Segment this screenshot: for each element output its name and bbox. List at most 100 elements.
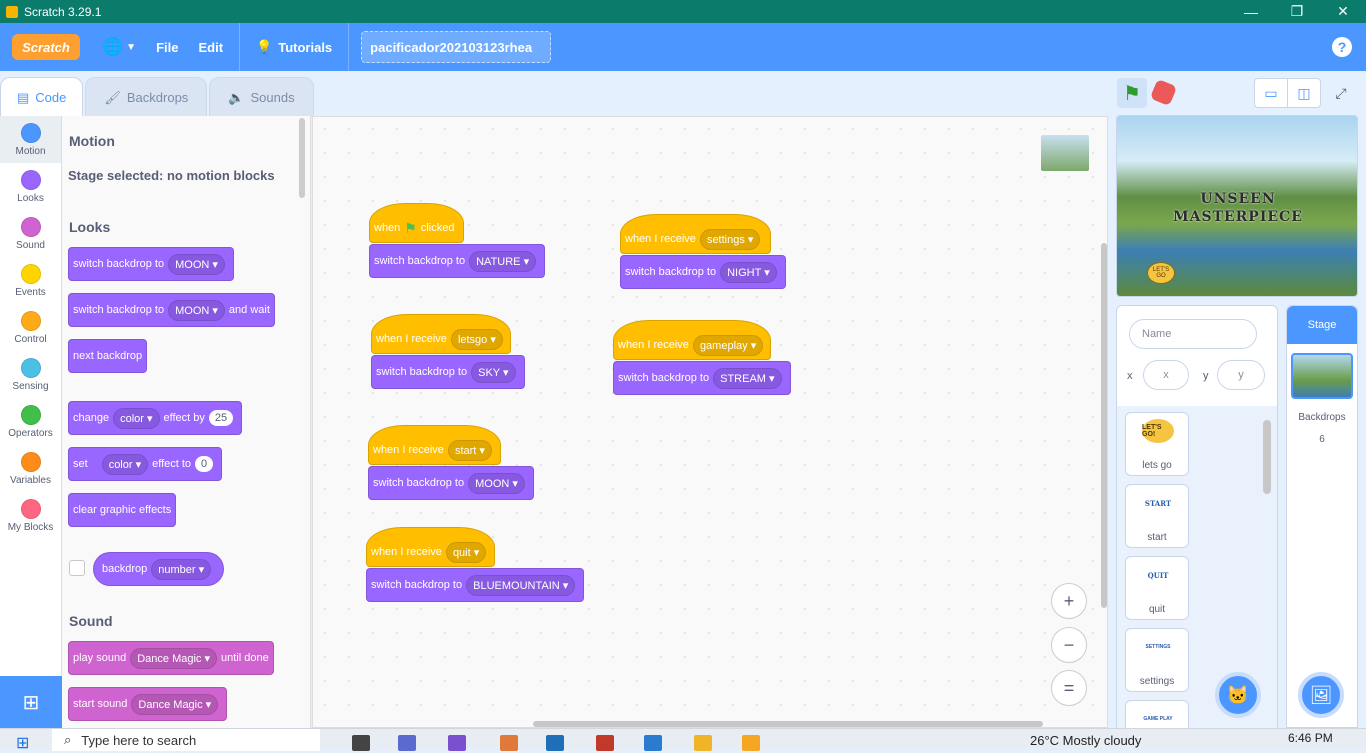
message-dropdown[interactable]: quit: [445, 541, 487, 563]
switch-backdrop-block[interactable]: switch backdrop to MOON: [68, 247, 234, 281]
choose-sprite-button[interactable]: 🐱: [1215, 672, 1261, 718]
category-my-blocks[interactable]: My Blocks: [0, 492, 61, 539]
message-dropdown[interactable]: letsgo: [450, 328, 503, 350]
tab-backdrops[interactable]: 🖌 Backdrops: [85, 77, 208, 117]
workspace-horizontal-scrollbar[interactable]: [533, 721, 1043, 727]
switch-backdrop-block[interactable]: switch backdrop to MOON: [368, 466, 534, 500]
message-dropdown[interactable]: gameplay: [692, 334, 764, 356]
widgets-icon[interactable]: [398, 735, 416, 751]
edit-menu[interactable]: Edit: [188, 23, 233, 71]
sprite-start[interactable]: START start: [1125, 484, 1189, 548]
vscode-icon[interactable]: [644, 735, 662, 751]
x-input[interactable]: x: [1143, 360, 1189, 390]
when-i-receive-block[interactable]: when I receive gameplay: [613, 320, 771, 360]
file-menu[interactable]: File: [146, 23, 188, 71]
switch-backdrop-block[interactable]: switch backdrop to NATURE: [369, 244, 546, 278]
when-i-receive-block[interactable]: when I receive letsgo: [371, 314, 511, 354]
app-icon[interactable]: [596, 735, 614, 751]
play-sound-until-done-block[interactable]: play sound Dance Magic until done: [68, 641, 274, 675]
category-operators[interactable]: Operators: [0, 398, 61, 445]
restore-button[interactable]: ❐: [1274, 0, 1320, 23]
zoom-in-button[interactable]: +: [1051, 583, 1087, 619]
backdrop-monitor-checkbox[interactable]: [69, 560, 85, 576]
close-button[interactable]: ✕: [1320, 0, 1366, 23]
switch-backdrop-block[interactable]: switch backdrop to BLUEMOUNTAIN: [366, 568, 585, 602]
sprite-lets-go[interactable]: LET'S GO! lets go: [1125, 412, 1189, 476]
switch-backdrop-block[interactable]: switch backdrop to STREAM: [613, 361, 791, 395]
add-extension-button[interactable]: ⊞: [0, 676, 62, 728]
weather-status[interactable]: 26°C Mostly cloudy: [1030, 733, 1141, 748]
help-icon[interactable]: ?: [1332, 37, 1352, 57]
start-sound-block[interactable]: start sound Dance Magic: [68, 687, 228, 721]
sound-dropdown[interactable]: Dance Magic: [130, 647, 217, 669]
clock[interactable]: 6:46 PM: [1288, 731, 1333, 745]
language-menu[interactable]: 🌐 ▼: [92, 23, 146, 71]
backdrop-dropdown[interactable]: STREAM: [713, 367, 782, 389]
when-i-receive-block[interactable]: when I receive quit: [366, 527, 495, 567]
scratch-logo[interactable]: Scratch: [12, 34, 80, 60]
tutorials-button[interactable]: 💡 Tutorials: [246, 23, 342, 71]
large-stage-button[interactable]: ◫: [1287, 78, 1321, 108]
sprite-gameplay[interactable]: GAME PLAY: [1125, 700, 1189, 728]
backdrop-dropdown[interactable]: SKY: [471, 361, 516, 383]
stop-button[interactable]: [1149, 78, 1178, 107]
copilot-icon[interactable]: [448, 735, 466, 751]
choose-backdrop-button[interactable]: 🖼: [1298, 672, 1344, 718]
code-workspace[interactable]: when ⚑ clicked switch backdrop to NATURE…: [312, 116, 1108, 728]
workspace-vertical-scrollbar[interactable]: [1101, 243, 1107, 608]
category-variables[interactable]: Variables: [0, 445, 61, 492]
backdrop-attribute-dropdown[interactable]: number: [151, 558, 212, 580]
category-looks[interactable]: Looks: [0, 163, 61, 210]
tab-sounds[interactable]: 🔈 Sounds: [209, 77, 314, 117]
taskbar-search-input[interactable]: ⌕ Type here to search: [52, 729, 320, 751]
app-icon[interactable]: [500, 735, 518, 751]
fullscreen-button[interactable]: ⤢: [1324, 78, 1358, 108]
zoom-reset-button[interactable]: =: [1051, 670, 1087, 706]
category-motion[interactable]: Motion: [0, 116, 61, 163]
effect-amount-input[interactable]: 25: [208, 410, 234, 426]
backdrop-reporter-block[interactable]: backdrop number: [93, 552, 225, 586]
when-i-receive-block[interactable]: when I receive start: [368, 425, 501, 465]
small-stage-button[interactable]: ▭: [1254, 78, 1288, 108]
when-i-receive-block[interactable]: when I receive settings: [620, 214, 771, 254]
minimize-button[interactable]: —: [1228, 0, 1274, 23]
green-flag-button[interactable]: ⚑: [1117, 78, 1147, 108]
category-sensing[interactable]: Sensing: [0, 351, 61, 398]
clear-graphic-effects-block[interactable]: clear graphic effects: [68, 493, 177, 527]
category-control[interactable]: Control: [0, 304, 61, 351]
lets-go-sprite[interactable]: LET'S GO: [1147, 262, 1175, 284]
sprite-quit[interactable]: QUIT quit: [1125, 556, 1189, 620]
set-effect-block[interactable]: set color effect to 0: [68, 447, 223, 481]
project-title-input[interactable]: pacificador202103123rhea: [361, 31, 552, 63]
palette-scrollbar[interactable]: [299, 118, 305, 198]
backdrop-dropdown[interactable]: MOON: [168, 253, 225, 275]
switch-backdrop-block[interactable]: switch backdrop to NIGHT: [620, 255, 786, 289]
message-dropdown[interactable]: start: [447, 439, 492, 461]
backdrop-dropdown[interactable]: NATURE: [469, 250, 537, 272]
tab-code[interactable]: ▤ Code: [0, 77, 84, 117]
sprite-list-scrollbar[interactable]: [1263, 420, 1271, 494]
backdrop-dropdown[interactable]: BLUEMOUNTAIN: [466, 574, 576, 596]
backdrop-dropdown[interactable]: MOON: [468, 472, 525, 494]
category-events[interactable]: Events: [0, 257, 61, 304]
stage-target-label[interactable]: Stage: [1287, 306, 1357, 344]
y-input[interactable]: y: [1217, 360, 1265, 390]
sound-dropdown[interactable]: Dance Magic: [131, 693, 219, 715]
sprite-settings[interactable]: SETTINGS settings: [1125, 628, 1189, 692]
store-icon[interactable]: [546, 735, 564, 751]
effect-value-input[interactable]: 0: [195, 456, 214, 472]
backdrop-dropdown[interactable]: NIGHT: [720, 261, 777, 283]
stage-thumbnail[interactable]: [1291, 353, 1353, 399]
task-view-icon[interactable]: [352, 735, 370, 751]
change-effect-block[interactable]: change color effect by 25: [68, 401, 243, 435]
effect-dropdown[interactable]: color: [113, 407, 160, 429]
backdrop-dropdown[interactable]: MOON: [168, 299, 225, 321]
scratch-taskbar-icon[interactable]: [742, 735, 760, 751]
next-backdrop-block[interactable]: next backdrop: [68, 339, 148, 373]
switch-backdrop-and-wait-block[interactable]: switch backdrop to MOON and wait: [68, 293, 275, 327]
switch-backdrop-block[interactable]: switch backdrop to SKY: [371, 355, 525, 389]
sprite-name-input[interactable]: Name: [1129, 319, 1257, 349]
when-flag-clicked-block[interactable]: when ⚑ clicked: [369, 203, 464, 243]
zoom-out-button[interactable]: −: [1051, 627, 1087, 663]
file-explorer-icon[interactable]: [694, 735, 712, 751]
